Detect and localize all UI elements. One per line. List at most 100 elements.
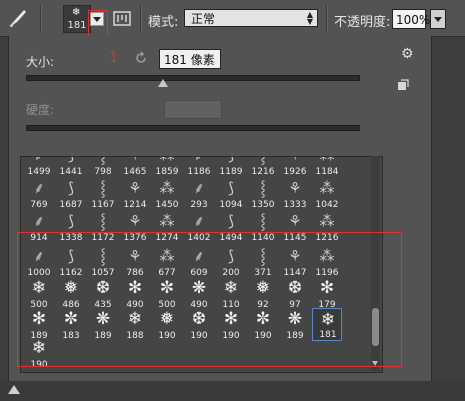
- brush-size-label: 1926: [283, 167, 307, 177]
- brush-stroke-icon: ⸾: [260, 179, 266, 197]
- brush-tile[interactable]: ⸾1216: [248, 157, 278, 177]
- brush-tile[interactable]: ⸙ 293: [184, 177, 214, 210]
- brush-tile[interactable]: ⁂ 1042: [312, 177, 342, 210]
- mode-label: 模式:: [148, 15, 179, 30]
- brush-size-label: 1333: [283, 200, 307, 210]
- size-label: 大小:: [26, 55, 55, 69]
- brush-size-label: 1042: [315, 200, 339, 210]
- toolbar-divider: [326, 5, 328, 31]
- brush-stroke-icon: ⁂: [159, 179, 175, 197]
- brush-size-label: 1465: [123, 167, 147, 177]
- new-preset-icon[interactable]: [397, 79, 409, 91]
- brush-tile[interactable]: ⚘1926: [280, 157, 310, 177]
- brush-tile[interactable]: ⁂ 1450: [152, 177, 182, 210]
- mode-select[interactable]: 正常 ▲ ▼: [184, 9, 318, 27]
- brush-stroke-icon: ⚘: [128, 179, 142, 197]
- brush-tile[interactable]: ⚘ 1214: [120, 177, 150, 210]
- brush-stroke-icon: ⸾: [100, 212, 106, 230]
- brush-stroke-icon: ⸙: [193, 179, 205, 197]
- brush-stroke-icon: ⟆: [216, 157, 246, 166]
- options-bar: ❄ 181 模式: 正常 ▲ ▼ 不透明度: 100%: [0, 0, 465, 42]
- highlight-box-brushes: [17, 232, 402, 367]
- brush-size-label: 1214: [123, 200, 147, 210]
- brush-size-label: 1350: [251, 200, 275, 210]
- opacity-input[interactable]: 100%: [392, 9, 430, 29]
- hardness-label: 硬度:: [26, 103, 55, 117]
- brush-size-label: 1441: [59, 167, 83, 177]
- brush-stroke-icon: ⁂: [159, 212, 175, 230]
- brush-size-label: 293: [190, 200, 208, 210]
- brush-stroke-icon: ⸙: [184, 157, 214, 166]
- brush-stroke-icon: ⟆: [228, 212, 234, 230]
- brush-tile[interactable]: ⚘1465: [120, 157, 150, 177]
- brush-size-label: 1184: [315, 167, 339, 177]
- hardness-input: [164, 100, 222, 119]
- brush-tile[interactable]: ⟆ 1687: [56, 177, 86, 210]
- brush-stroke-icon: ⸙: [193, 212, 205, 230]
- annotation-marker: 1: [109, 50, 118, 66]
- brush-tile[interactable]: ⟆1441: [56, 157, 86, 177]
- brush-stroke-icon: ⸾: [248, 157, 278, 166]
- brush-tile[interactable]: ⁂1859: [152, 157, 182, 177]
- brush-size-label: 1859: [155, 167, 179, 177]
- brush-tile[interactable]: ⟆1189: [216, 157, 246, 177]
- brush-stroke-icon: ⁂: [319, 212, 335, 230]
- updown-arrows-icon: ▲ ▼: [306, 10, 313, 26]
- brush-tile[interactable]: ⸾ 1167: [88, 177, 118, 210]
- brush-size-label: 798: [94, 167, 112, 177]
- brush-size-label: 1189: [219, 167, 243, 177]
- brush-stroke-icon: ⸾: [100, 179, 106, 197]
- toolbar-divider: [40, 5, 42, 31]
- size-input[interactable]: 181 像素: [159, 49, 221, 69]
- brush-size-label: 1094: [219, 200, 243, 210]
- brush-stroke-icon: ⁂: [152, 157, 182, 166]
- gear-icon[interactable]: ⚙: [401, 46, 414, 62]
- brush-stroke-icon: ⚘: [128, 212, 142, 230]
- brush-stroke-icon: ⚘: [288, 179, 302, 197]
- brush-size-label: 1186: [187, 167, 211, 177]
- brush-stroke-icon: ⸾: [88, 157, 118, 166]
- brush-size-label: 1216: [251, 167, 275, 177]
- brush-size-label: 1499: [27, 167, 51, 177]
- brush-preset-size: 181: [67, 20, 87, 31]
- snowflake-icon: ❄: [72, 7, 81, 18]
- brush-stroke-icon: ⸙: [33, 212, 45, 230]
- brush-stroke-icon: ⁂: [319, 179, 335, 197]
- brush-stroke-icon: ⸙: [24, 157, 54, 166]
- opacity-dropdown-button[interactable]: [430, 9, 446, 29]
- brush-stroke-icon: ⚘: [288, 212, 302, 230]
- brush-tile[interactable]: ⸙1186: [184, 157, 214, 177]
- brush-stroke-icon: ⟆: [56, 157, 86, 166]
- brush-tile[interactable]: ⚘ 1333: [280, 177, 310, 210]
- mode-value: 正常: [191, 12, 216, 26]
- brush-stroke-icon: ⟆: [68, 212, 74, 230]
- brush-tile[interactable]: ⁂1184: [312, 157, 342, 177]
- size-slider-track[interactable]: [26, 75, 360, 81]
- status-strip: [0, 381, 465, 401]
- brush-icon[interactable]: [6, 7, 30, 29]
- brush-tile[interactable]: ⸾798: [88, 157, 118, 177]
- hardness-slider-track: [26, 125, 360, 131]
- toolbar-divider: [140, 5, 142, 31]
- brush-tile[interactable]: ⸾ 1350: [248, 177, 278, 210]
- brush-stroke-icon: ⟆: [228, 179, 234, 197]
- brush-stroke-icon: ⚘: [280, 157, 310, 166]
- brush-size-label: 1450: [155, 200, 179, 210]
- brush-preset-picker[interactable]: ❄ 181: [63, 5, 91, 33]
- brush-size-label: 769: [30, 200, 48, 210]
- brush-tile[interactable]: ⸙ 769: [24, 177, 54, 210]
- brush-stroke-icon: ⁂: [312, 157, 342, 166]
- brush-tile[interactable]: ⟆ 1094: [216, 177, 246, 210]
- brush-stroke-icon: ⸙: [33, 179, 45, 197]
- size-slider-thumb[interactable]: [158, 79, 168, 87]
- opacity-label: 不透明度:: [334, 15, 391, 30]
- panel-collapse-arrow-icon[interactable]: [8, 385, 20, 394]
- toggle-panel-icon[interactable]: [112, 9, 132, 27]
- brush-size-label: 1167: [91, 200, 115, 210]
- brush-stroke-icon: ⟆: [68, 179, 74, 197]
- brush-size-label: 1687: [59, 200, 83, 210]
- reset-icon[interactable]: [133, 50, 149, 66]
- brush-stroke-icon: ⚘: [120, 157, 150, 166]
- brush-tile[interactable]: ⸙1499: [24, 157, 54, 177]
- brush-stroke-icon: ⸾: [260, 212, 266, 230]
